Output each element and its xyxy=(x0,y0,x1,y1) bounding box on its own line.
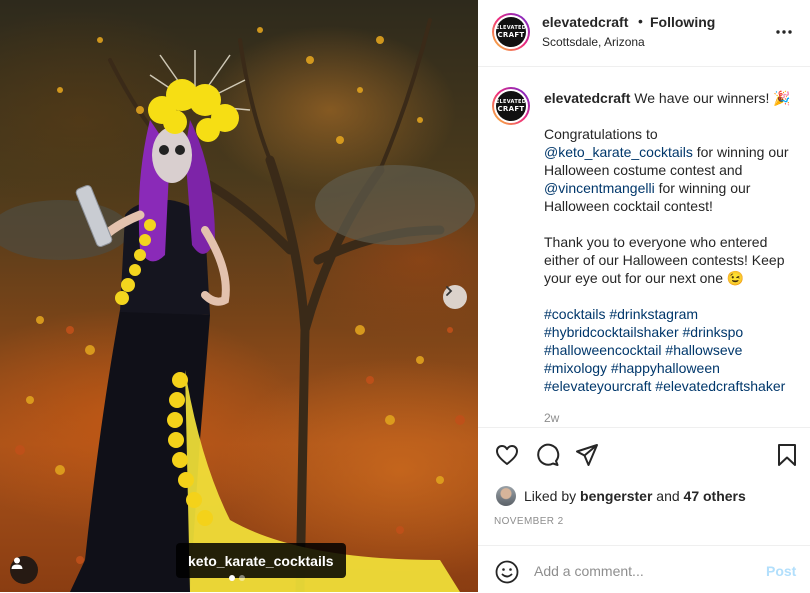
comment-input[interactable] xyxy=(534,560,744,582)
post-caption: ELEVATED CRAFT elevatedcraft We have our… xyxy=(478,67,810,428)
chevron-right-icon xyxy=(446,286,453,296)
brand-logo: ELEVATED CRAFT xyxy=(496,91,526,121)
carousel-dot-active xyxy=(229,575,235,581)
likes-prefix: Liked by xyxy=(524,488,577,504)
author-avatar[interactable]: ELEVATED CRAFT xyxy=(492,13,530,51)
caption-author-avatar[interactable]: ELEVATED CRAFT xyxy=(492,87,530,125)
hashtag-link[interactable]: #cocktails xyxy=(544,306,605,322)
caption-username[interactable]: elevatedcraft xyxy=(544,90,630,106)
more-options-button[interactable] xyxy=(774,22,794,42)
hashtag-link[interactable]: #elevateyourcraft xyxy=(544,378,651,394)
person-icon xyxy=(11,557,23,569)
hashtag-link[interactable]: #hallowseve xyxy=(665,342,742,358)
liker-avatar[interactable] xyxy=(496,486,516,506)
post-date[interactable]: NOVEMBER 2 xyxy=(494,516,564,527)
mention-link[interactable]: @keto_karate_cocktails xyxy=(544,144,693,160)
brand-logo: ELEVATED CRAFT xyxy=(496,17,526,47)
mention-link[interactable]: @vincentmangelli xyxy=(544,180,655,196)
emoji-button[interactable] xyxy=(494,559,520,585)
paper-plane-icon xyxy=(576,444,598,466)
caption-thanks: Thank you to everyone who entered either… xyxy=(544,234,785,286)
caption-timestamp[interactable]: 2w xyxy=(544,411,559,425)
hashtag-link[interactable]: #mixology xyxy=(544,360,607,376)
likes-summary: Liked by bengerster and 47 others xyxy=(496,486,746,506)
author-username[interactable]: elevatedcraft xyxy=(542,14,628,30)
likes-others-link[interactable]: 47 others xyxy=(684,488,746,504)
comment-button[interactable] xyxy=(534,442,560,468)
hashtag-link[interactable]: #elevatedcraftshaker xyxy=(655,378,785,394)
save-button[interactable] xyxy=(774,442,800,468)
smiley-icon xyxy=(495,560,519,584)
hashtag-link[interactable]: #drinkstagram xyxy=(609,306,698,322)
post-header: ELEVATED CRAFT elevatedcraft • Following… xyxy=(478,0,810,67)
following-button[interactable]: Following xyxy=(650,14,715,30)
action-bar xyxy=(478,440,810,470)
share-button[interactable] xyxy=(574,442,600,468)
carousel-indicator xyxy=(229,575,245,581)
post-location[interactable]: Scottsdale, Arizona xyxy=(542,35,645,49)
likes-joiner: and xyxy=(656,488,680,504)
comment-icon xyxy=(537,443,560,466)
post-comment-button[interactable]: Post xyxy=(766,563,796,579)
caption-text: elevatedcraft We have our winners! 🎉 Con… xyxy=(544,89,806,413)
bookmark-icon xyxy=(778,444,796,466)
caption-congrats: Congratulations to xyxy=(544,126,658,142)
header-separator: • xyxy=(638,13,643,29)
post-photo[interactable]: keto_karate_cocktails xyxy=(0,0,478,592)
hashtag-link[interactable]: #hybridcocktailshaker xyxy=(544,324,679,340)
post-details-panel: ELEVATED CRAFT elevatedcraft • Following… xyxy=(478,0,810,592)
heart-icon xyxy=(496,445,518,465)
liker-username[interactable]: bengerster xyxy=(580,488,652,504)
hashtag-list: #cocktails #drinkstagram #hybridcocktail… xyxy=(544,305,806,395)
hashtag-link[interactable]: #halloweencocktail xyxy=(544,342,662,358)
comment-bar: Post xyxy=(478,545,810,593)
caption-intro: We have our winners! 🎉 xyxy=(634,90,791,106)
tagged-users-button[interactable] xyxy=(10,556,38,584)
carousel-next-button[interactable] xyxy=(443,285,467,309)
like-button[interactable] xyxy=(494,442,520,468)
more-horizontal-icon xyxy=(776,30,792,34)
hashtag-link[interactable]: #happyhalloween xyxy=(611,360,720,376)
carousel-dot xyxy=(239,575,245,581)
hashtag-link[interactable]: #drinkspo xyxy=(683,324,744,340)
user-tag-label[interactable]: keto_karate_cocktails xyxy=(176,543,346,578)
photo-illustration xyxy=(0,18,475,592)
